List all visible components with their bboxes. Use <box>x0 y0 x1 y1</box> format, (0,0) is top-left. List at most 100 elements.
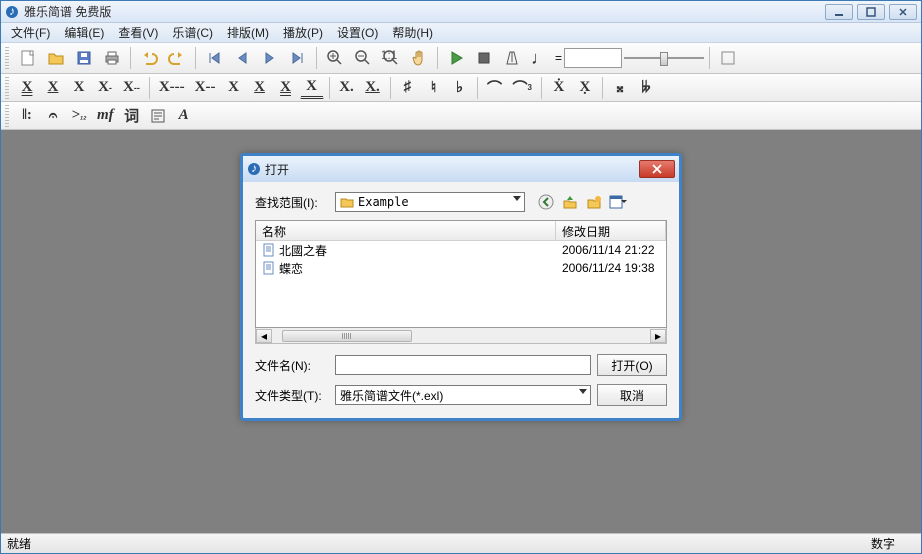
note-xdot-ul[interactable]: X. <box>361 77 385 99</box>
dropdown-arrow-icon <box>513 196 521 201</box>
note-high-x[interactable]: Ẋ <box>547 77 571 99</box>
horizontal-scrollbar[interactable]: ◂ ▸ <box>255 328 667 344</box>
menu-score[interactable]: 乐谱(C) <box>166 23 219 42</box>
next-page-button[interactable] <box>257 45 283 71</box>
save-button[interactable] <box>71 45 97 71</box>
note-low-x[interactable]: X̣ <box>573 77 597 99</box>
svg-text:1:1: 1:1 <box>382 49 398 62</box>
status-left: 就绪 <box>7 535 871 552</box>
filetype-combo[interactable]: 雅乐简谱文件(*.exl) <box>335 385 591 405</box>
scroll-left-button[interactable]: ◂ <box>256 329 272 343</box>
tempo-input[interactable] <box>564 48 622 68</box>
menu-help[interactable]: 帮助(H) <box>386 23 439 42</box>
undo-button[interactable] <box>136 45 162 71</box>
new-button[interactable] <box>15 45 41 71</box>
metronome-button[interactable] <box>499 45 525 71</box>
dynamic-mf-button[interactable]: mf <box>93 105 118 127</box>
back-button[interactable] <box>537 193 555 211</box>
note-x2[interactable]: X <box>222 77 246 99</box>
toolbar-notes: X X X X- X-- X--- X-- X X X X X. X. ♯ ♮ … <box>1 74 921 102</box>
note-x-ul2[interactable]: X <box>274 77 298 99</box>
note-x-dash2[interactable]: X-- <box>119 77 144 99</box>
file-icon <box>262 243 276 257</box>
svg-text:♪: ♪ <box>251 162 257 175</box>
tempo-slider[interactable] <box>624 48 704 68</box>
lyrics-button[interactable]: 词 <box>120 105 144 127</box>
column-date[interactable]: 修改日期 <box>556 221 666 240</box>
filetype-label: 文件类型(T): <box>255 387 329 404</box>
zoom-out-button[interactable] <box>350 45 376 71</box>
double-sharp-button[interactable]: 𝄪 <box>608 77 632 99</box>
crescendo-button[interactable]: >₁₂ <box>67 105 91 127</box>
view-menu-button[interactable] <box>609 193 627 211</box>
prev-page-button[interactable] <box>229 45 255 71</box>
note-x-underline[interactable]: X <box>41 77 65 99</box>
zoom-fit-button[interactable]: 1:1 <box>378 45 404 71</box>
file-date: 2006/11/14 21:22 <box>556 243 666 257</box>
first-page-button[interactable] <box>201 45 227 71</box>
zoom-in-button[interactable] <box>322 45 348 71</box>
triplet-button[interactable]: ⌒3 <box>509 77 536 99</box>
toolbar-grip <box>5 47 9 69</box>
dialog-close-button[interactable] <box>639 160 675 178</box>
note-x-underline2[interactable]: X <box>15 77 39 99</box>
redo-button[interactable] <box>164 45 190 71</box>
lookin-combo[interactable]: Example <box>335 192 525 212</box>
open-button[interactable] <box>43 45 69 71</box>
toolbar-main: 1:1 ♩ = <box>1 43 921 74</box>
menu-edit[interactable]: 编辑(E) <box>58 23 110 42</box>
file-name: 北國之春 <box>279 242 327 259</box>
note-x-ul3[interactable]: X <box>300 77 324 99</box>
repeat-button[interactable]: ‖: <box>15 105 39 127</box>
file-date: 2006/11/24 19:38 <box>556 261 666 275</box>
folder-icon <box>340 196 354 208</box>
open-button[interactable]: 打开(O) <box>597 354 667 376</box>
double-flat-button[interactable]: 𝄫 <box>634 77 658 99</box>
maximize-button[interactable] <box>857 4 885 20</box>
print-button[interactable] <box>99 45 125 71</box>
fermata-button[interactable]: 𝄐 <box>41 105 65 127</box>
up-button[interactable] <box>561 193 579 211</box>
note-xdash[interactable]: X-- <box>191 77 220 99</box>
dialog-titlebar: ♪ 打开 <box>243 156 679 182</box>
note-xdashes[interactable]: X--- <box>155 77 189 99</box>
menu-layout[interactable]: 排版(M) <box>221 23 275 42</box>
filename-input[interactable] <box>335 355 591 375</box>
cancel-button[interactable]: 取消 <box>597 384 667 406</box>
scroll-right-button[interactable]: ▸ <box>650 329 666 343</box>
note-icon: ♩ <box>527 47 553 69</box>
new-folder-button[interactable] <box>585 193 603 211</box>
tie-button[interactable]: ⌒ <box>483 77 507 99</box>
hand-tool-button[interactable] <box>406 45 432 71</box>
text-button[interactable] <box>146 105 170 127</box>
tempo-equals: = <box>555 51 562 65</box>
close-button[interactable] <box>889 4 917 20</box>
menu-view[interactable]: 查看(V) <box>112 23 164 42</box>
extra-button[interactable] <box>715 45 741 71</box>
app-icon: ♪ <box>247 162 261 176</box>
lookin-label: 查找范围(I): <box>255 194 329 211</box>
note-x[interactable]: X <box>67 77 91 99</box>
stop-button[interactable] <box>471 45 497 71</box>
open-dialog: ♪ 打开 查找范围(I): Example 名称 修改日期 <box>240 153 682 421</box>
list-item[interactable]: 北國之春 2006/11/14 21:22 <box>256 241 666 259</box>
note-xdot[interactable]: X. <box>335 77 359 99</box>
last-page-button[interactable] <box>285 45 311 71</box>
minimize-button[interactable] <box>825 4 853 20</box>
statusbar: 就绪 数字 <box>1 533 921 553</box>
sharp-button[interactable]: ♯ <box>396 77 420 99</box>
lookin-value: Example <box>358 195 409 209</box>
menu-file[interactable]: 文件(F) <box>5 23 56 42</box>
menu-play[interactable]: 播放(P) <box>277 23 329 42</box>
flat-button[interactable]: ♭ <box>448 77 472 99</box>
column-name[interactable]: 名称 <box>256 221 556 240</box>
note-x-ul[interactable]: X <box>248 77 272 99</box>
note-x-dash[interactable]: X- <box>93 77 117 99</box>
list-item[interactable]: 蝶恋 2006/11/24 19:38 <box>256 259 666 277</box>
natural-button[interactable]: ♮ <box>422 77 446 99</box>
font-button[interactable]: A <box>172 105 196 127</box>
play-button[interactable] <box>443 45 469 71</box>
file-listview[interactable]: 名称 修改日期 北國之春 2006/11/14 21:22 蝶恋 2006/11… <box>255 220 667 328</box>
menubar: 文件(F) 编辑(E) 查看(V) 乐谱(C) 排版(M) 播放(P) 设置(O… <box>1 23 921 43</box>
menu-settings[interactable]: 设置(O) <box>331 23 384 42</box>
